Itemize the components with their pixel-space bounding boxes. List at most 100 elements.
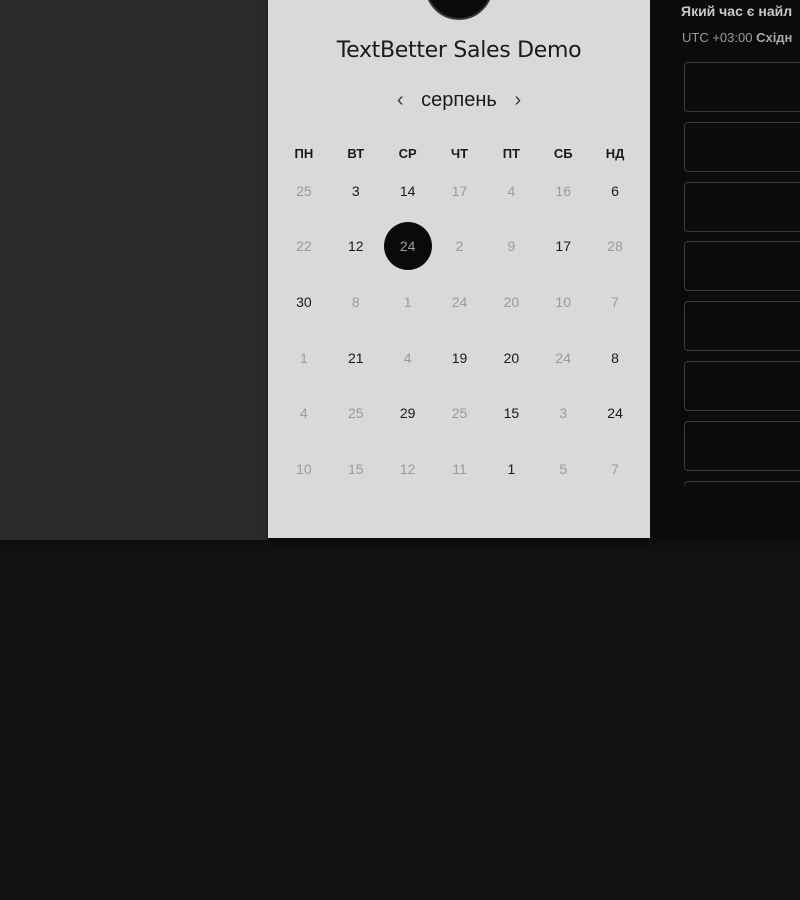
calendar-day: 2: [434, 219, 486, 275]
calendar-day: 3: [537, 385, 589, 441]
calendar-day: 9: [485, 219, 537, 275]
day-number: 10: [555, 293, 571, 310]
day-number: 25: [296, 182, 312, 199]
calendar-day[interactable]: 19: [434, 330, 486, 386]
calendar-day[interactable]: 30: [278, 274, 330, 330]
calendar-day: 11: [434, 441, 486, 497]
time-slot-button[interactable]: [684, 301, 800, 352]
selected-date[interactable]: 24: [382, 219, 434, 275]
calendar-day[interactable]: 20: [485, 330, 537, 386]
calendar-day: 17: [434, 163, 486, 219]
calendar-card: TextBetter Sales Demo ‹ серпень › ПН ВТ СР…: [268, 0, 650, 538]
calendar-day: 22: [278, 219, 330, 275]
day-number: 3: [559, 405, 568, 422]
time-slot-button[interactable]: [684, 181, 800, 232]
calendar-day: 7: [589, 441, 641, 497]
calendar-day[interactable]: 3: [330, 163, 382, 219]
day-number: 6: [611, 182, 619, 199]
day-number: 2: [455, 238, 464, 255]
calendar-day: 20: [485, 274, 537, 330]
calendar-day[interactable]: 29: [382, 385, 434, 441]
day-number: 17: [555, 238, 571, 255]
day-number: 20: [503, 349, 520, 366]
timezone-label[interactable]: UTC +03:00 Східн: [682, 30, 792, 45]
left-backdrop: [0, 0, 268, 540]
time-slot-button[interactable]: [684, 62, 800, 112]
calendar-day: 24: [434, 274, 486, 330]
timezone-name: Східн: [756, 30, 793, 45]
day-number: 3: [351, 182, 360, 199]
day-number: 1: [403, 293, 412, 310]
day-number: 25: [347, 405, 364, 422]
day-number: 5: [559, 460, 568, 477]
calendar-day[interactable]: 6: [589, 163, 641, 219]
day-number: 17: [451, 182, 468, 199]
calendar-day: 7: [589, 274, 641, 330]
day-number: 11: [452, 460, 467, 477]
calendar-day: 5: [537, 441, 589, 497]
calendar-day[interactable]: 1: [485, 441, 537, 497]
day-number: 16: [555, 182, 571, 199]
day-number: 24: [607, 405, 623, 422]
bottom-backdrop: [0, 540, 800, 900]
day-number: 14: [399, 182, 416, 199]
event-title: TextBetter Sales Demo: [336, 38, 582, 63]
calendar-day: 10: [537, 274, 589, 330]
time-slot-button[interactable]: [684, 121, 800, 172]
time-slot-button[interactable]: [684, 420, 800, 471]
calendar-day: 8: [330, 274, 382, 330]
time-slot-list: [684, 62, 800, 488]
day-number: 21: [347, 349, 364, 366]
calendar-day: 25: [434, 385, 486, 441]
month-navigation: ‹ серпень ›: [268, 86, 650, 114]
calendar-day: 16: [537, 163, 589, 219]
chevron-left-icon[interactable]: ‹: [391, 86, 409, 114]
calendar-day[interactable]: 14: [382, 163, 434, 219]
day-number: 7: [611, 293, 619, 310]
calendar-day: 12: [382, 441, 434, 497]
page: TextBetter Sales Demo ‹ серпень › ПН ВТ СР…: [0, 0, 800, 900]
chevron-right-icon[interactable]: ›: [509, 86, 527, 114]
calendar-day: 25: [330, 385, 382, 441]
day-number: 20: [503, 293, 520, 310]
time-panel-title: Який час є найл: [681, 3, 793, 19]
day-number: 4: [300, 405, 308, 422]
calendar-day[interactable]: 24: [589, 385, 641, 441]
calendar-day[interactable]: 21: [330, 330, 382, 386]
calendar-day: 15: [330, 441, 382, 497]
day-number: 1: [300, 349, 308, 366]
day-grid: 25 3 14 17 4 16 6 22 12 24 2 9 17 28 30 8 1 24 20 10 7 1 21 4 19…: [278, 163, 641, 497]
day-number: 30: [296, 293, 312, 310]
day-number: 9: [507, 238, 516, 255]
day-number: 1: [507, 460, 516, 477]
calendar-day[interactable]: 8: [589, 330, 641, 386]
day-number: 12: [399, 460, 416, 477]
time-slot-button[interactable]: [684, 480, 800, 488]
day-number: 15: [503, 405, 520, 422]
day-number: 28: [607, 238, 623, 255]
timezone-offset: UTC +03:00: [682, 30, 753, 45]
month-label: серпень: [421, 88, 497, 111]
day-number: 4: [403, 349, 412, 366]
time-panel: Який час є найл UTC +03:00 Східн: [650, 0, 800, 540]
calendar-day: 28: [589, 219, 641, 275]
calendar-day: 1: [382, 274, 434, 330]
time-slot-button[interactable]: [684, 241, 800, 292]
time-slot-button[interactable]: [684, 360, 800, 411]
day-number: 19: [451, 349, 468, 366]
day-number: 25: [451, 405, 468, 422]
day-number: 22: [296, 238, 312, 255]
calendar-day[interactable]: 15: [485, 385, 537, 441]
calendar-day: 4: [382, 330, 434, 386]
day-number: 10: [296, 460, 312, 477]
day-number: 29: [399, 405, 416, 422]
calendar-day[interactable]: 17: [537, 219, 589, 275]
calendar-day[interactable]: 12: [330, 219, 382, 275]
calendar-day: 4: [485, 163, 537, 219]
day-number: 7: [611, 460, 619, 477]
day-number: 15: [347, 460, 364, 477]
calendar-day: 25: [278, 163, 330, 219]
day-number: 12: [347, 238, 364, 255]
day-number: 4: [507, 182, 516, 199]
day-number: 8: [351, 293, 360, 310]
